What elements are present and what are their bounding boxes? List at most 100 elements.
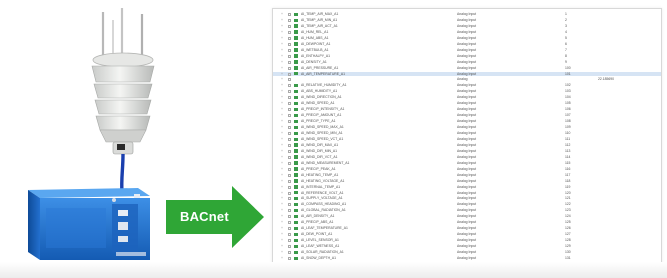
list-item[interactable]: + AI_AIR_PRESSURE_A1 Analog Input 100 bbox=[273, 66, 661, 71]
checkbox[interactable] bbox=[288, 132, 291, 135]
list-item[interactable]: + AI_SOLAR_RADIATION_A1 Analog Input 130 bbox=[273, 250, 661, 255]
expand-icon[interactable]: + bbox=[281, 95, 283, 100]
checkbox[interactable] bbox=[288, 36, 291, 40]
checkbox[interactable] bbox=[288, 90, 291, 94]
list-item[interactable]: + AI_WIND_SPEED_MAX_A1 Analog Input 109 bbox=[273, 125, 661, 130]
checkbox[interactable] bbox=[288, 18, 291, 22]
list-item[interactable]: + AI_REFERENCE_VOLT_A1 Analog Input 120 bbox=[273, 191, 661, 196]
checkbox[interactable] bbox=[288, 137, 291, 141]
checkbox[interactable] bbox=[288, 239, 291, 243]
checkbox[interactable] bbox=[288, 108, 291, 112]
checkbox[interactable] bbox=[288, 161, 291, 165]
checkbox[interactable] bbox=[288, 84, 291, 88]
expand-icon[interactable]: + bbox=[281, 137, 283, 142]
expand-icon[interactable]: + bbox=[281, 24, 283, 29]
list-item[interactable]: + AI_AIR_TEMPERATURE_A1 Analog Input 101 bbox=[273, 71, 661, 77]
checkbox[interactable] bbox=[288, 233, 291, 237]
checkbox[interactable] bbox=[288, 185, 291, 189]
list-item[interactable]: + AI_DEW_POINT_A1 Analog Input 127 bbox=[273, 232, 661, 237]
checkbox[interactable] bbox=[288, 96, 291, 100]
list-item[interactable]: + AI_INTERNAL_TEMP_A1 Analog Input 119 bbox=[273, 185, 661, 190]
checkbox[interactable] bbox=[288, 126, 291, 130]
list-item[interactable]: + AI_PRECIP_INTENSITY_A1 Analog Input 106 bbox=[273, 107, 661, 112]
checkbox[interactable] bbox=[288, 72, 291, 76]
bms-point-list[interactable]: + AI_TEMP_AIR_MAX_A1 Analog Input 1 + AI_TEMP… bbox=[272, 8, 662, 272]
checkbox[interactable] bbox=[288, 173, 291, 177]
expand-icon[interactable]: + bbox=[281, 83, 283, 88]
list-item[interactable]: + AI_HUM_ABS_A1 Analog Input 5 bbox=[273, 36, 661, 41]
expand-icon[interactable]: + bbox=[281, 220, 283, 225]
expand-icon[interactable]: + bbox=[281, 48, 283, 53]
checkbox[interactable] bbox=[288, 143, 291, 147]
expand-icon[interactable]: + bbox=[281, 107, 283, 112]
checkbox[interactable] bbox=[288, 120, 291, 124]
expand-icon[interactable]: + bbox=[281, 119, 283, 124]
expand-icon[interactable]: + bbox=[281, 167, 283, 172]
list-item[interactable]: + AI_WIND_DIR_MAX_A1 Analog Input 112 bbox=[273, 143, 661, 148]
expand-icon[interactable]: + bbox=[281, 149, 283, 154]
list-item[interactable]: + AI_WIND_MEASUREMENT_A1 Analog Input 115 bbox=[273, 161, 661, 166]
expand-icon[interactable]: + bbox=[281, 113, 283, 118]
checkbox[interactable] bbox=[288, 66, 291, 70]
list-item[interactable]: + AI_PRECIP_PEAK_A1 Analog Input 116 bbox=[273, 167, 661, 172]
expand-icon[interactable]: + bbox=[281, 66, 283, 71]
expand-icon[interactable]: + bbox=[281, 30, 283, 35]
list-item[interactable]: + AI_WIND_SPEED_MIN_A1 Analog Input 110 bbox=[273, 131, 661, 136]
checkbox[interactable] bbox=[288, 60, 291, 64]
expand-icon[interactable]: + bbox=[281, 12, 283, 17]
expand-icon[interactable]: + bbox=[281, 101, 283, 106]
expand-icon[interactable]: + bbox=[281, 125, 283, 130]
expand-icon[interactable]: + bbox=[281, 179, 283, 184]
checkbox[interactable] bbox=[288, 24, 291, 28]
expand-icon[interactable]: + bbox=[281, 77, 283, 82]
checkbox[interactable] bbox=[288, 191, 291, 195]
checkbox[interactable] bbox=[288, 221, 291, 225]
list-item[interactable]: + AI_GLOBAL_RADIATION_A1 Analog Input 123 bbox=[273, 208, 661, 213]
list-item[interactable]: + AI_WIND_DIR_VCT_A1 Analog Input 114 bbox=[273, 155, 661, 160]
list-item[interactable]: + AI_WIND_DIR_MIN_A1 Analog Input 113 bbox=[273, 149, 661, 154]
list-item[interactable]: + AI_TEMP_AIR_MIN_A1 Analog Input 2 bbox=[273, 18, 661, 23]
list-item[interactable]: + AI_DEWPOINT_A1 Analog Input 6 bbox=[273, 42, 661, 47]
list-item[interactable]: + AI_RELATIVE_HUMIDITY_A1 Analog Input 102 bbox=[273, 83, 661, 88]
expand-icon[interactable]: + bbox=[281, 89, 283, 94]
expand-icon[interactable]: + bbox=[281, 18, 283, 23]
expand-icon[interactable]: + bbox=[281, 208, 283, 213]
list-item[interactable]: + AI_PRECIP_ABS_A1 Analog Input 125 bbox=[273, 220, 661, 225]
expand-icon[interactable]: + bbox=[281, 161, 283, 166]
list-item[interactable]: + AI_SNOW_DEPTH_A1 Analog Input 131 bbox=[273, 256, 661, 261]
expand-icon[interactable]: + bbox=[281, 173, 283, 178]
checkbox[interactable] bbox=[288, 54, 291, 58]
list-item[interactable]: + AI_AIR_DENSITY_A1 Analog Input 124 bbox=[273, 214, 661, 219]
list-item[interactable]: + AI_LEVEL_SENSOR_A1 Analog Input 128 bbox=[273, 238, 661, 243]
checkbox[interactable] bbox=[288, 209, 291, 213]
checkbox[interactable] bbox=[288, 30, 291, 34]
expand-icon[interactable]: + bbox=[281, 42, 283, 47]
expand-icon[interactable]: + bbox=[281, 191, 283, 196]
list-item[interactable]: + AI_WIND_SPEED_VCT_A1 Analog Input 111 bbox=[273, 137, 661, 142]
expand-icon[interactable]: + bbox=[281, 131, 283, 136]
list-item[interactable]: + AI_WIND_DIRECTION_A1 Analog Input 104 bbox=[273, 95, 661, 100]
list-item[interactable]: + AI_LEAF_TEMPERATURE_A1 Analog Input 126 bbox=[273, 226, 661, 231]
checkbox[interactable] bbox=[288, 227, 291, 231]
checkbox[interactable] bbox=[288, 149, 291, 153]
list-item[interactable]: + AI_HEATING_TEMP_A1 Analog Input 117 bbox=[273, 173, 661, 178]
checkbox[interactable] bbox=[288, 215, 291, 219]
list-item[interactable]: + AI_HEATING_VOLTAGE_A1 Analog Input 118 bbox=[273, 179, 661, 184]
list-item[interactable]: + AI_HUM_REL_A1 Analog Input 4 bbox=[273, 30, 661, 35]
list-item[interactable]: + AI_WIND_SPEED_A1 Analog Input 105 bbox=[273, 101, 661, 106]
expand-icon[interactable]: + bbox=[281, 54, 283, 59]
list-item[interactable]: + AI_ABS_HUMIDITY_A1 Analog Input 103 bbox=[273, 89, 661, 94]
expand-icon[interactable]: + bbox=[281, 143, 283, 148]
checkbox[interactable] bbox=[288, 42, 291, 46]
checkbox[interactable] bbox=[288, 13, 291, 16]
expand-icon[interactable]: + bbox=[281, 60, 283, 65]
list-item[interactable]: + AI_PRECIP_AMOUNT_A1 Analog Input 107 bbox=[273, 113, 661, 118]
expand-icon[interactable]: + bbox=[281, 72, 283, 77]
expand-icon[interactable]: + bbox=[281, 214, 283, 219]
expand-icon[interactable]: + bbox=[281, 155, 283, 160]
list-item[interactable]: + AI_LEAF_WETNESS_A1 Analog Input 129 bbox=[273, 244, 661, 249]
checkbox[interactable] bbox=[288, 78, 291, 82]
list-item[interactable]: + AI_PRECIP_TYPE_A1 Analog Input 108 bbox=[273, 119, 661, 124]
expand-icon[interactable]: + bbox=[281, 256, 283, 261]
list-item[interactable]: + Analog 22.185690 bbox=[273, 77, 661, 82]
